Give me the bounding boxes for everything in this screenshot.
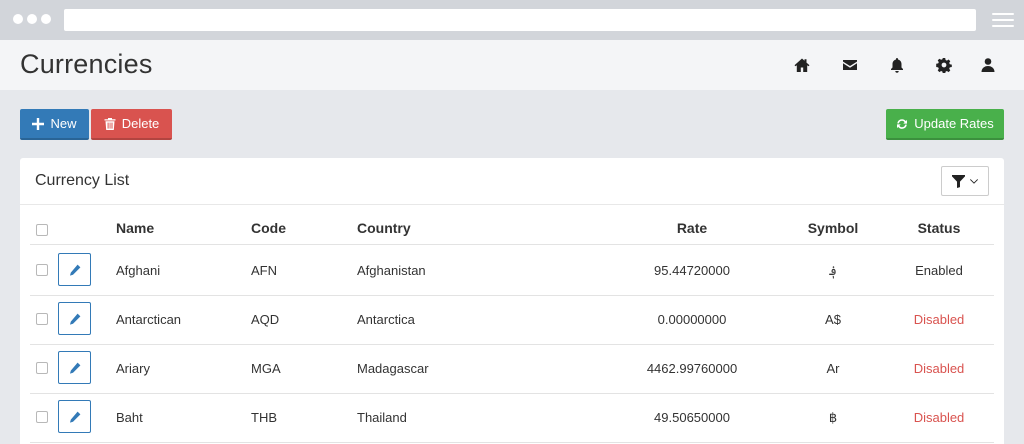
cell-rate: 4462.99760000: [646, 361, 738, 376]
row-divider: [30, 393, 994, 394]
cell-rate: 95.44720000: [654, 263, 730, 278]
page-header: Currencies: [0, 40, 1024, 90]
column-header-country[interactable]: Country: [357, 220, 411, 236]
cell-code: THB: [251, 410, 277, 425]
edit-button[interactable]: [58, 351, 91, 384]
update-rates-button[interactable]: Update Rates: [886, 109, 1004, 140]
cell-rate: 0.00000000: [657, 312, 727, 327]
delete-button-label: Delete: [121, 116, 160, 131]
cell-rate: 49.50650000: [654, 410, 730, 425]
envelope-icon[interactable]: [839, 54, 861, 76]
address-bar[interactable]: [64, 9, 976, 31]
new-button-label: New: [50, 116, 77, 131]
edit-button[interactable]: [58, 253, 91, 286]
edit-button[interactable]: [58, 400, 91, 433]
cell-code: AFN: [251, 263, 277, 278]
column-header-name[interactable]: Name: [116, 220, 154, 236]
status-badge: Disabled: [913, 312, 965, 327]
row-divider: [30, 344, 994, 345]
plus-icon: [32, 117, 45, 130]
user-icon[interactable]: [977, 54, 999, 76]
delete-button[interactable]: Delete: [91, 109, 172, 140]
cell-country: Madagascar: [357, 361, 429, 376]
cell-name: Ariary: [116, 361, 150, 376]
filter-icon: [952, 174, 965, 188]
window-dot-icon: [41, 14, 51, 24]
row-checkbox[interactable]: [36, 264, 48, 276]
cell-country: Antarctica: [357, 312, 415, 327]
cell-code: AQD: [251, 312, 280, 327]
hamburger-menu-icon[interactable]: [992, 13, 1014, 27]
pencil-icon: [69, 264, 80, 276]
cell-name: Baht: [116, 410, 143, 425]
cell-country: Thailand: [357, 410, 407, 425]
cell-symbol: A$: [825, 312, 841, 327]
window-dot-icon: [13, 14, 23, 24]
row-checkbox[interactable]: [36, 362, 48, 374]
select-all-checkbox[interactable]: [36, 224, 48, 236]
cell-code: MGA: [251, 361, 281, 376]
row-checkbox[interactable]: [36, 411, 48, 423]
cell-name: Antarctican: [116, 312, 182, 327]
status-badge: Enabled: [915, 263, 963, 278]
currency-list-panel: Currency List: [20, 158, 1004, 444]
column-header-code[interactable]: Code: [251, 220, 286, 236]
header-icons: [0, 54, 1024, 76]
cell-symbol: ฿: [828, 410, 838, 425]
edit-button[interactable]: [58, 302, 91, 335]
pencil-icon: [69, 362, 80, 374]
new-button[interactable]: New: [20, 109, 89, 140]
status-badge: Disabled: [913, 410, 965, 425]
cell-name: Afghani: [116, 263, 161, 278]
update-rates-label: Update Rates: [914, 116, 994, 131]
column-header-symbol[interactable]: Symbol: [793, 220, 873, 236]
cell-symbol: Ar: [826, 361, 840, 376]
column-header-status[interactable]: Status: [899, 220, 979, 236]
status-badge: Disabled: [913, 361, 965, 376]
filter-dropdown-button[interactable]: [941, 166, 989, 196]
panel-divider: [20, 204, 1004, 205]
window-controls: [13, 14, 51, 24]
bell-icon[interactable]: [886, 54, 908, 76]
row-checkbox[interactable]: [36, 313, 48, 325]
refresh-icon: [897, 118, 908, 129]
column-header-rate[interactable]: Rate: [642, 220, 742, 236]
row-divider: [30, 295, 994, 296]
cell-symbol: ؋: [829, 263, 837, 278]
header-divider: [30, 244, 994, 245]
browser-chrome: [0, 0, 1024, 40]
gear-icon[interactable]: [933, 54, 955, 76]
cell-country: Afghanistan: [357, 263, 426, 278]
pencil-icon: [69, 313, 80, 325]
home-icon[interactable]: [791, 54, 813, 76]
window-dot-icon: [27, 14, 37, 24]
panel-title: Currency List: [35, 172, 130, 189]
pencil-icon: [69, 411, 80, 423]
trash-icon: [104, 117, 116, 130]
row-divider: [30, 442, 994, 443]
chevron-down-icon: [970, 178, 978, 184]
